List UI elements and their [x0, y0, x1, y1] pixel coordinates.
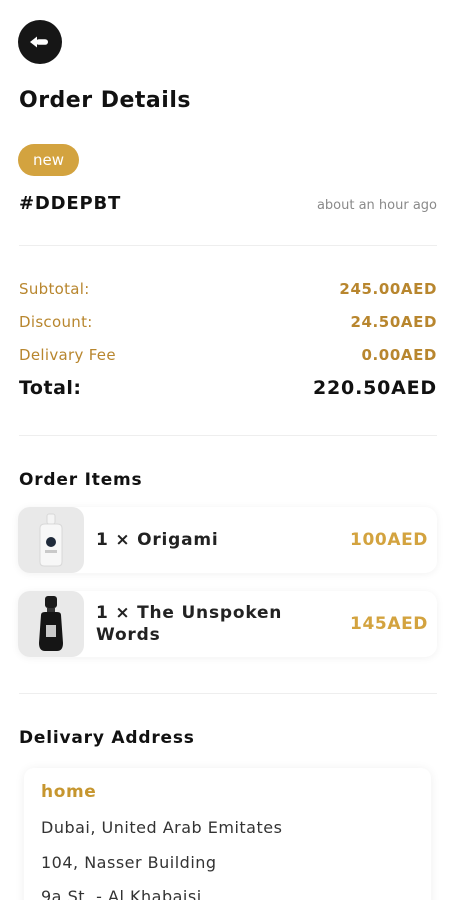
- item-price: 100AED: [350, 530, 428, 550]
- discount-label: Discount:: [19, 313, 93, 331]
- subtotal-row: Subtotal: 245.00AED: [19, 280, 437, 298]
- item-name: 1 × The Unspoken Words: [96, 603, 283, 645]
- status-badge: new: [18, 144, 80, 176]
- product-image: [18, 591, 84, 657]
- address-line: 9a St. - Al Khabaisi: [41, 887, 202, 900]
- order-id: #DDEPBT: [19, 193, 122, 214]
- order-items-title: Order Items: [19, 470, 143, 490]
- perfume-bottle-black-image: [39, 596, 63, 651]
- delivery-fee-value: 0.00AED: [361, 346, 437, 364]
- total-value: 220.50AED: [313, 377, 437, 399]
- perfume-bottle-white-image: [39, 513, 63, 567]
- subtotal-label: Subtotal:: [19, 280, 90, 298]
- address-line: Dubai, United Arab Emitates: [41, 818, 283, 837]
- item-price: 145AED: [350, 614, 428, 634]
- divider: [19, 245, 437, 246]
- back-arrow-icon: [30, 36, 48, 48]
- divider: [19, 693, 437, 694]
- delivery-address-title: Delivary Address: [19, 728, 195, 748]
- address-label: home: [41, 782, 97, 802]
- order-item-card[interactable]: 1 × The Unspoken Words 145AED: [18, 591, 437, 657]
- order-timestamp: about an hour ago: [316, 198, 437, 213]
- delivery-fee-label: Delivary Fee: [19, 346, 116, 364]
- page-title: Order Details: [19, 88, 191, 113]
- total-row: Total: 220.50AED: [19, 377, 437, 399]
- subtotal-value: 245.00AED: [339, 280, 437, 298]
- back-button[interactable]: [18, 20, 62, 64]
- product-image: [18, 507, 84, 573]
- divider: [19, 435, 437, 436]
- item-name: 1 × Origami: [96, 530, 219, 550]
- discount-row: Discount: 24.50AED: [19, 313, 437, 331]
- order-item-card[interactable]: 1 × Origami 100AED: [18, 507, 437, 573]
- address-line: 104, Nasser Building: [41, 853, 217, 872]
- delivery-fee-row: Delivary Fee 0.00AED: [19, 346, 437, 364]
- discount-value: 24.50AED: [350, 313, 437, 331]
- total-label: Total:: [19, 377, 82, 399]
- address-card[interactable]: home Dubai, United Arab Emitates 104, Na…: [24, 768, 431, 900]
